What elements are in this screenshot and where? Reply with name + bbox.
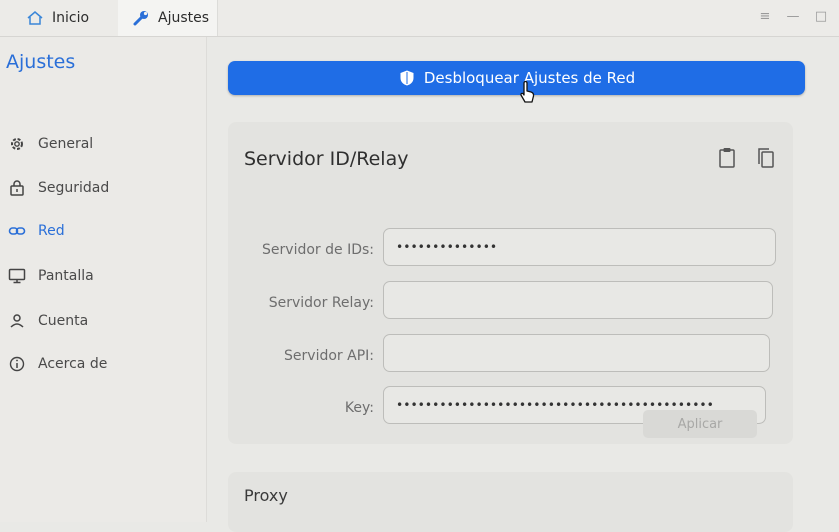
api-server-input[interactable]	[383, 334, 770, 372]
tab-ajustes[interactable]: Ajustes	[118, 0, 218, 36]
id-server-label: Servidor de IDs:	[262, 242, 374, 258]
shield-icon	[398, 69, 416, 87]
card-title: Servidor ID/Relay	[244, 148, 409, 170]
sidebar-title: Ajustes	[6, 51, 76, 73]
sidebar-item-pantalla[interactable]: Pantalla	[8, 264, 94, 288]
user-icon	[8, 312, 26, 330]
sidebar-item-cuenta[interactable]: Cuenta	[8, 309, 88, 333]
copy-icon[interactable]	[754, 146, 776, 170]
sidebar-item-seguridad[interactable]: Seguridad	[8, 176, 109, 200]
tab-label: Ajustes	[158, 10, 210, 26]
gear-icon	[8, 135, 26, 153]
main-content: Desbloquear Ajustes de Red Servidor ID/R…	[207, 37, 839, 532]
apply-button[interactable]: Aplicar	[643, 410, 757, 438]
tab-bar: Inicio Ajustes ≡ — □	[0, 0, 839, 37]
card-title: Proxy	[244, 486, 288, 505]
clipboard-icon[interactable]	[716, 146, 738, 170]
server-settings-card: Servidor ID/Relay Servidor de IDs: Servi…	[228, 122, 793, 444]
id-server-input[interactable]	[383, 228, 776, 266]
proxy-card: Proxy	[228, 472, 793, 532]
mouse-pointer-icon	[517, 80, 537, 106]
sidebar-item-red[interactable]: Red	[8, 219, 65, 243]
sidebar: Ajustes General Seguridad Red Pantalla C…	[0, 37, 207, 522]
maximize-button[interactable]: □	[814, 10, 828, 24]
sidebar-item-label: Seguridad	[38, 180, 110, 196]
wrench-icon	[132, 9, 150, 27]
info-icon	[8, 355, 26, 373]
api-server-label: Servidor API:	[284, 348, 374, 364]
menu-icon[interactable]: ≡	[758, 10, 772, 24]
sidebar-item-acerca-de[interactable]: Acerca de	[8, 352, 107, 376]
lock-icon	[8, 179, 26, 197]
key-label: Key:	[344, 400, 374, 416]
tab-inicio[interactable]: Inicio	[26, 0, 89, 36]
tab-label: Inicio	[52, 10, 90, 26]
sidebar-item-label: Pantalla	[38, 268, 94, 284]
sidebar-item-label: Cuenta	[38, 313, 89, 329]
monitor-icon	[8, 267, 26, 285]
sidebar-item-general[interactable]: General	[8, 132, 93, 156]
sidebar-item-label: Acerca de	[38, 356, 108, 372]
minimize-button[interactable]: —	[786, 10, 800, 24]
home-icon	[26, 9, 44, 27]
sidebar-item-label: General	[38, 136, 94, 152]
sidebar-item-label: Red	[38, 223, 65, 239]
link-icon	[8, 222, 26, 240]
relay-server-input[interactable]	[383, 281, 773, 319]
relay-server-label: Servidor Relay:	[268, 295, 374, 311]
